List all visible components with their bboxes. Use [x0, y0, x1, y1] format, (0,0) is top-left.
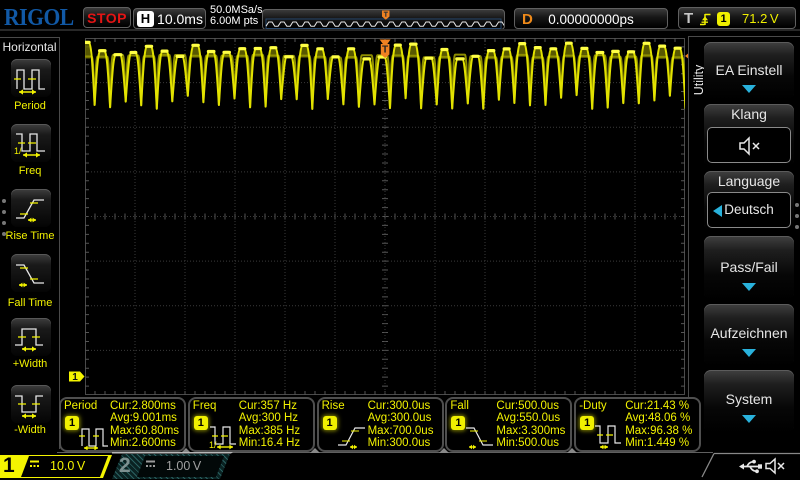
svg-text:1/: 1/: [209, 440, 217, 450]
svg-text:1/: 1/: [14, 146, 22, 156]
svg-text:T: T: [382, 45, 388, 56]
svg-text:1: 1: [72, 372, 78, 382]
